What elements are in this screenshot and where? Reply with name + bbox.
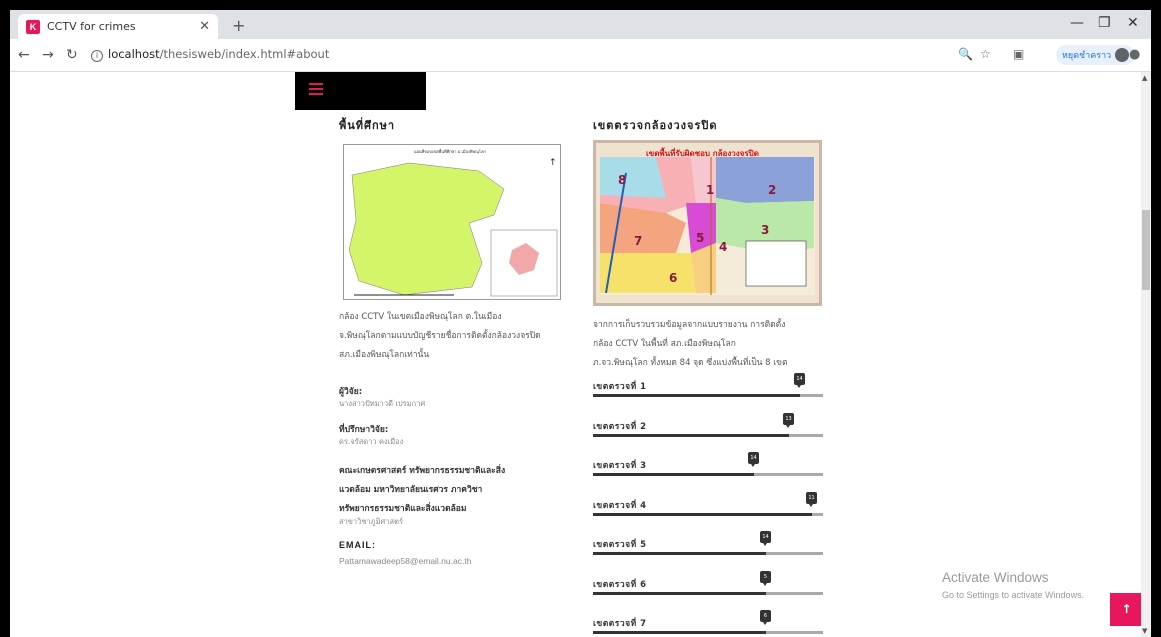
description-line: กล้อง CCTV ในเขตเมืองพิษณุโลก ต.ในเมือง (339, 312, 502, 322)
zone-count-badge: 13 (783, 413, 794, 428)
description-line: ภ.จว.พิษณุโลก ทั้งหมด 84 จุด ซึ่งแบ่งพื้… (593, 358, 788, 368)
avatar (1115, 48, 1130, 62)
zone-number: 6 (669, 271, 678, 285)
zone-count-badge: 14 (794, 373, 805, 388)
zone-progress-fill (593, 592, 766, 595)
hamburger-menu-icon[interactable] (309, 83, 323, 98)
close-window-icon[interactable]: ✕ (1127, 15, 1139, 31)
advisor-name: ดร.จรัสดาว คงเมือง (339, 437, 404, 446)
zone-progress-bar (593, 552, 823, 555)
zone-label: เขตตรวจที่ 7 (593, 619, 647, 629)
zoom-icon[interactable]: 🔍 (958, 47, 973, 61)
zone-progress-bar (593, 631, 823, 634)
svg-text:↑: ↑ (549, 158, 557, 168)
zone-label: เขตตรวจที่ 6 (593, 580, 647, 590)
zone-count-badge: 14 (748, 452, 759, 467)
zone-progress-fill (593, 434, 789, 437)
description-line: สภ.เมืองพิษณุโลกเท่านั้น (339, 350, 430, 360)
forward-icon[interactable]: → (42, 47, 54, 63)
email-value[interactable]: Pattamawadeep58@email.nu.ac.th (339, 556, 471, 566)
faculty-line: คณะเกษตรศาสตร์ ทรัพยากรธรรมชาติและสิ่ง (339, 466, 506, 476)
advisor-label: ที่ปรึกษาวิจัย: (339, 425, 389, 435)
zone-progress-bar (593, 394, 823, 397)
profile-button[interactable]: หยุดชำคราว (1056, 45, 1136, 65)
zone-progress-fill (593, 631, 766, 634)
scrollbar-thumb[interactable] (1142, 210, 1150, 290)
top-menu-bar (295, 72, 426, 110)
info-icon[interactable]: i (91, 50, 103, 62)
study-area-description: กล้อง CCTV ในเขตเมืองพิษณุโลก ต.ในเมือง … (339, 308, 541, 365)
description-line: จ.พิษณุโลกตามแบบบัญชีรายชื่อการติดตั้งกล… (339, 331, 541, 341)
minimize-icon[interactable]: — (1070, 15, 1084, 31)
zone-count-badge: 14 (760, 531, 771, 546)
back-icon[interactable]: ← (18, 47, 30, 63)
zone-number: 1 (706, 183, 715, 197)
zone-label: เขตตรวจที่ 5 (593, 540, 647, 550)
study-area-heading: พื้นที่ศึกษา (339, 119, 396, 132)
zone-number: 4 (719, 240, 728, 254)
study-area-map-graphic: ↑ (348, 158, 558, 297)
activate-title: Activate Windows (942, 570, 1049, 585)
cctv-zones-map: เขตพื้นที่รับผิดชอบ กล้องวงจรปิด 8 1 2 3… (593, 140, 822, 306)
star-icon[interactable]: ☆ (980, 47, 991, 61)
maximize-icon[interactable]: ❐ (1098, 15, 1111, 31)
zone-progress-bar (593, 473, 823, 476)
zone-progress-fill (593, 473, 754, 476)
tab-strip: K CCTV for crimes ✕ + — ❐ ✕ (10, 10, 1151, 39)
zone-number: 7 (634, 234, 643, 248)
zone-progress-bar (593, 434, 823, 437)
extension-icon[interactable]: ▣ (1013, 47, 1024, 61)
zone-progress-bar (593, 592, 823, 595)
menu-icon[interactable]: ● (1129, 47, 1140, 62)
browser-toolbar: ← → ↻ i localhost/thesisweb/index.html#ab… (10, 39, 1151, 72)
url-host: localhost (108, 47, 160, 61)
cctv-zones-heading: เขตตรวจกล้องวงจรปิด (593, 119, 718, 132)
description-line: จากการเก็บรวบรวมข้อมูลจากแบบรายงาน การติ… (593, 320, 786, 330)
scroll-down-icon[interactable]: ▼ (1142, 627, 1147, 635)
new-tab-icon[interactable]: + (232, 16, 245, 35)
activate-subtitle: Go to Settings to activate Windows. (942, 590, 1085, 600)
site-favicon-icon: K (26, 19, 40, 34)
zone-label: เขตตรวจที่ 1 (593, 382, 647, 392)
zone-label: เขตตรวจที่ 2 (593, 422, 647, 432)
cctv-zones-map-title: เขตพื้นที่รับผิดชอบ กล้องวงจรปิด (646, 149, 759, 158)
zone-count-badge: 11 (806, 492, 817, 507)
cctv-zones-description: จากการเก็บรวบรวมข้อมูลจากแบบรายงาน การติ… (593, 316, 788, 373)
zone-count-badge: 5 (760, 571, 771, 586)
zone-number: 5 (696, 231, 705, 245)
tab-title: CCTV for crimes (47, 20, 136, 33)
zone-progress-fill (593, 394, 800, 397)
faculty-info: คณะเกษตรศาสตร์ ทรัพยากรธรรมชาติและสิ่ง แ… (339, 462, 505, 519)
url-path: /thesisweb/index.html#about (159, 47, 330, 61)
zone-progress-fill (593, 513, 812, 516)
zone-number: 3 (761, 223, 770, 237)
zone-number: 2 (768, 183, 777, 197)
zone-label: เขตตรวจที่ 4 (593, 501, 647, 511)
page-viewport: พื้นที่ศึกษา แผนที่ขอบเขตพื้นที่ศึกษา อ.… (10, 72, 1141, 637)
close-tab-icon[interactable]: ✕ (199, 19, 210, 34)
reload-icon[interactable]: ↻ (66, 47, 78, 63)
zone-count-badge: 6 (760, 610, 771, 625)
browser-tab[interactable]: K CCTV for crimes ✕ (18, 14, 218, 39)
page-scrollbar[interactable]: ▲ ▼ (1141, 72, 1151, 637)
address-bar[interactable]: i localhost/thesisweb/index.html#about (91, 47, 329, 62)
zone-number: 8 (618, 173, 627, 187)
zone-progress-fill (593, 552, 766, 555)
study-area-map: แผนที่ขอบเขตพื้นที่ศึกษา อ.เมืองพิษณุโลก… (343, 144, 561, 300)
faculty-line: แวดล้อม มหาวิทยาลัยนเรศวร ภาควิชา (339, 485, 483, 495)
email-label: EMAIL: (339, 540, 376, 550)
activate-windows-watermark: Activate Windows Go to Settings to activ… (942, 570, 1084, 600)
researcher-name: นางสาวปัทมาวดี เปรมกาศ (339, 399, 426, 408)
zone-progress-bar (593, 513, 823, 516)
researcher-label: ผู้วิจัย: (339, 387, 363, 397)
cctv-zones-map-graphic (600, 157, 815, 295)
description-line: กล้อง CCTV ในพื้นที่ สภ.เมืองพิษณุโลก (593, 339, 736, 349)
zone-label: เขตตรวจที่ 3 (593, 461, 647, 471)
profile-name: หยุดชำคราว (1062, 51, 1112, 61)
back-to-top-button[interactable]: ↑ (1110, 593, 1141, 626)
scroll-up-icon[interactable]: ▲ (1142, 74, 1147, 82)
faculty-sub: สาขาวิชาภูมิศาสตร์ (339, 517, 403, 526)
